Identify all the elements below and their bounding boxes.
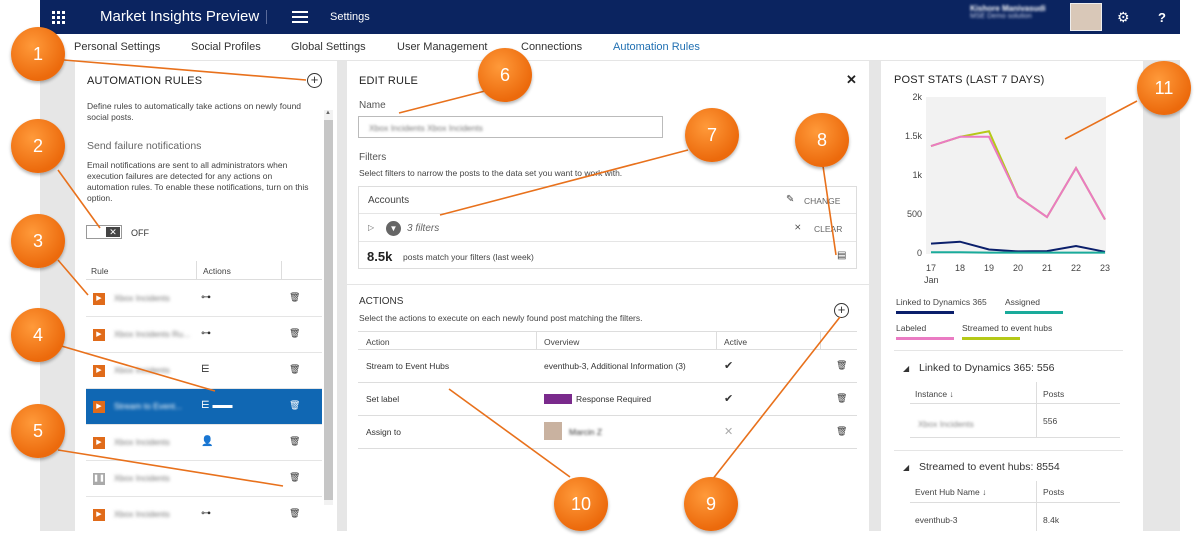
callout-leader-lines [57, 59, 1138, 487]
callout-badge: 11 [1137, 61, 1191, 115]
callout-badge: 10 [554, 477, 608, 531]
callout-badge: 6 [478, 48, 532, 102]
callout-badge: 9 [684, 477, 738, 531]
callout-badge: 4 [11, 308, 65, 362]
callout-badge: 5 [11, 404, 65, 458]
callout-badge: 3 [11, 214, 65, 268]
callout-badge: 8 [795, 113, 849, 167]
callout-badge: 1 [11, 27, 65, 81]
callout-badge: 2 [11, 119, 65, 173]
callout-badge: 7 [685, 108, 739, 162]
